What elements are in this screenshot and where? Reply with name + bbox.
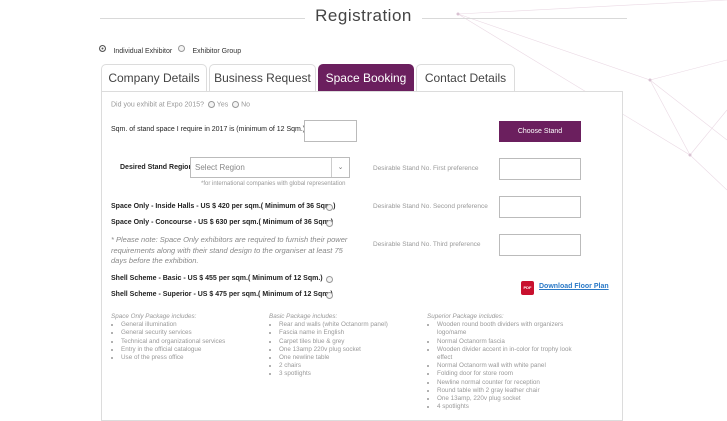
package-item: Entry in the official catalogue (121, 346, 261, 354)
package-item: Round table with 2 gray leather chair (437, 387, 577, 395)
package-item: Newline normal counter for reception (437, 379, 577, 387)
expo-yes-radio[interactable] (207, 101, 215, 108)
page-title: Registration (315, 6, 412, 25)
package-item: Fascia name in English (279, 329, 419, 337)
region-note: *for international companies with global… (201, 181, 346, 187)
package-item: Wooden round booth dividers with organiz… (437, 321, 577, 337)
package-item: One 13amp, 220v plug socket (437, 395, 577, 403)
pref3-input[interactable] (499, 234, 581, 256)
space-only-package-heading: Space Only Package includes: (111, 313, 197, 320)
expo-question: Did you exhibit at Expo 2015? Yes No (111, 101, 250, 108)
package-item: Rear and walls (white Octanorm panel) (279, 321, 419, 329)
package-item: Wooden divider accent in in-color for tr… (437, 346, 577, 362)
pref1-label: Desirable Stand No. First preference (373, 165, 479, 172)
region-label: Desired Stand Region (120, 164, 193, 171)
tab-space-booking[interactable]: Space Booking (318, 64, 414, 91)
individual-exhibitor-radio[interactable] (99, 45, 106, 53)
shell-basic-radio[interactable] (326, 276, 333, 283)
exhibitor-type-individual[interactable]: Individual Exhibitor (99, 40, 172, 58)
space-only-package: Space Only Package includes: General ill… (111, 313, 261, 362)
package-item: Technical and organizational services (121, 338, 261, 346)
sqm-label: Sqm. of stand space I require in 2017 is… (111, 126, 306, 133)
space-inside-label: Space Only - Inside Halls - US $ 420 per… (111, 203, 336, 210)
package-item: One 13amp 220v plug socket (279, 346, 419, 354)
package-item: One newline table (279, 354, 419, 362)
package-item: 3 spotlights (279, 370, 419, 378)
basic-package: Basic Package includes: Rear and walls (… (269, 313, 419, 379)
package-item: Use of the press office (121, 354, 261, 362)
package-item: Normal Octanorm fascia (437, 338, 577, 346)
expo-no-radio[interactable] (232, 101, 240, 108)
sqm-input[interactable] (304, 120, 357, 142)
space-only-package-list: General illuminationGeneral security ser… (111, 321, 261, 362)
expo-no-label: No (241, 101, 251, 109)
pref2-input[interactable] (499, 196, 581, 218)
choose-stand-button[interactable]: Choose Stand (499, 121, 581, 142)
space-only-note: * Please note: Space Only exhibitors are… (111, 235, 348, 265)
region-select-value: Select Region (195, 163, 245, 172)
package-item: Folding door for store room (437, 370, 577, 378)
package-item: Normal Octanorm wall with white panel (437, 362, 577, 370)
space-concourse-radio[interactable] (326, 220, 333, 227)
package-item: 4 spotlights (437, 403, 577, 411)
basic-package-heading: Basic Package includes: (269, 313, 338, 320)
basic-package-list: Rear and walls (white Octanorm panel)Fas… (269, 321, 419, 378)
package-item: 2 chairs (279, 362, 419, 370)
superior-package: Superior Package includes: Wooden round … (427, 313, 577, 411)
chevron-down-icon: ⌄ (331, 158, 349, 177)
superior-package-list: Wooden round booth dividers with organiz… (427, 321, 577, 411)
download-floor-plan-link[interactable]: Download Floor Plan (539, 283, 609, 290)
pdf-icon: PDF (521, 281, 534, 295)
shell-basic-label: Shell Scheme - Basic - US $ 455 per sqm.… (111, 275, 323, 282)
shell-superior-radio[interactable] (326, 292, 333, 299)
pref2-label: Desirable Stand No. Second preference (373, 203, 488, 210)
package-item: General illumination (121, 321, 261, 329)
expo-yes-label: Yes (216, 101, 229, 109)
individual-exhibitor-label: Individual Exhibitor (113, 48, 173, 55)
space-concourse-label: Space Only - Concourse - US $ 630 per sq… (111, 219, 334, 226)
exhibitor-group-label: Exhibitor Group (192, 48, 242, 55)
exhibitor-type-group[interactable]: Exhibitor Group (178, 40, 241, 58)
package-item: General security services (121, 329, 261, 337)
space-inside-radio[interactable] (326, 204, 333, 211)
tab-business-request[interactable]: Business Request (209, 64, 316, 91)
region-select[interactable]: Select Region ⌄ (190, 157, 350, 178)
exhibitor-group-radio[interactable] (178, 45, 185, 53)
tab-company-details[interactable]: Company Details (101, 64, 207, 91)
shell-superior-label: Shell Scheme - Superior - US $ 475 per s… (111, 291, 333, 298)
package-item: Carpet tiles blue & grey (279, 338, 419, 346)
pref3-label: Desirable Stand No. Third preference (373, 241, 481, 248)
tab-contact-details[interactable]: Contact Details (416, 64, 515, 91)
pref1-input[interactable] (499, 158, 581, 180)
expo-question-label: Did you exhibit at Expo 2015? (111, 101, 205, 109)
superior-package-heading: Superior Package includes: (427, 313, 504, 320)
